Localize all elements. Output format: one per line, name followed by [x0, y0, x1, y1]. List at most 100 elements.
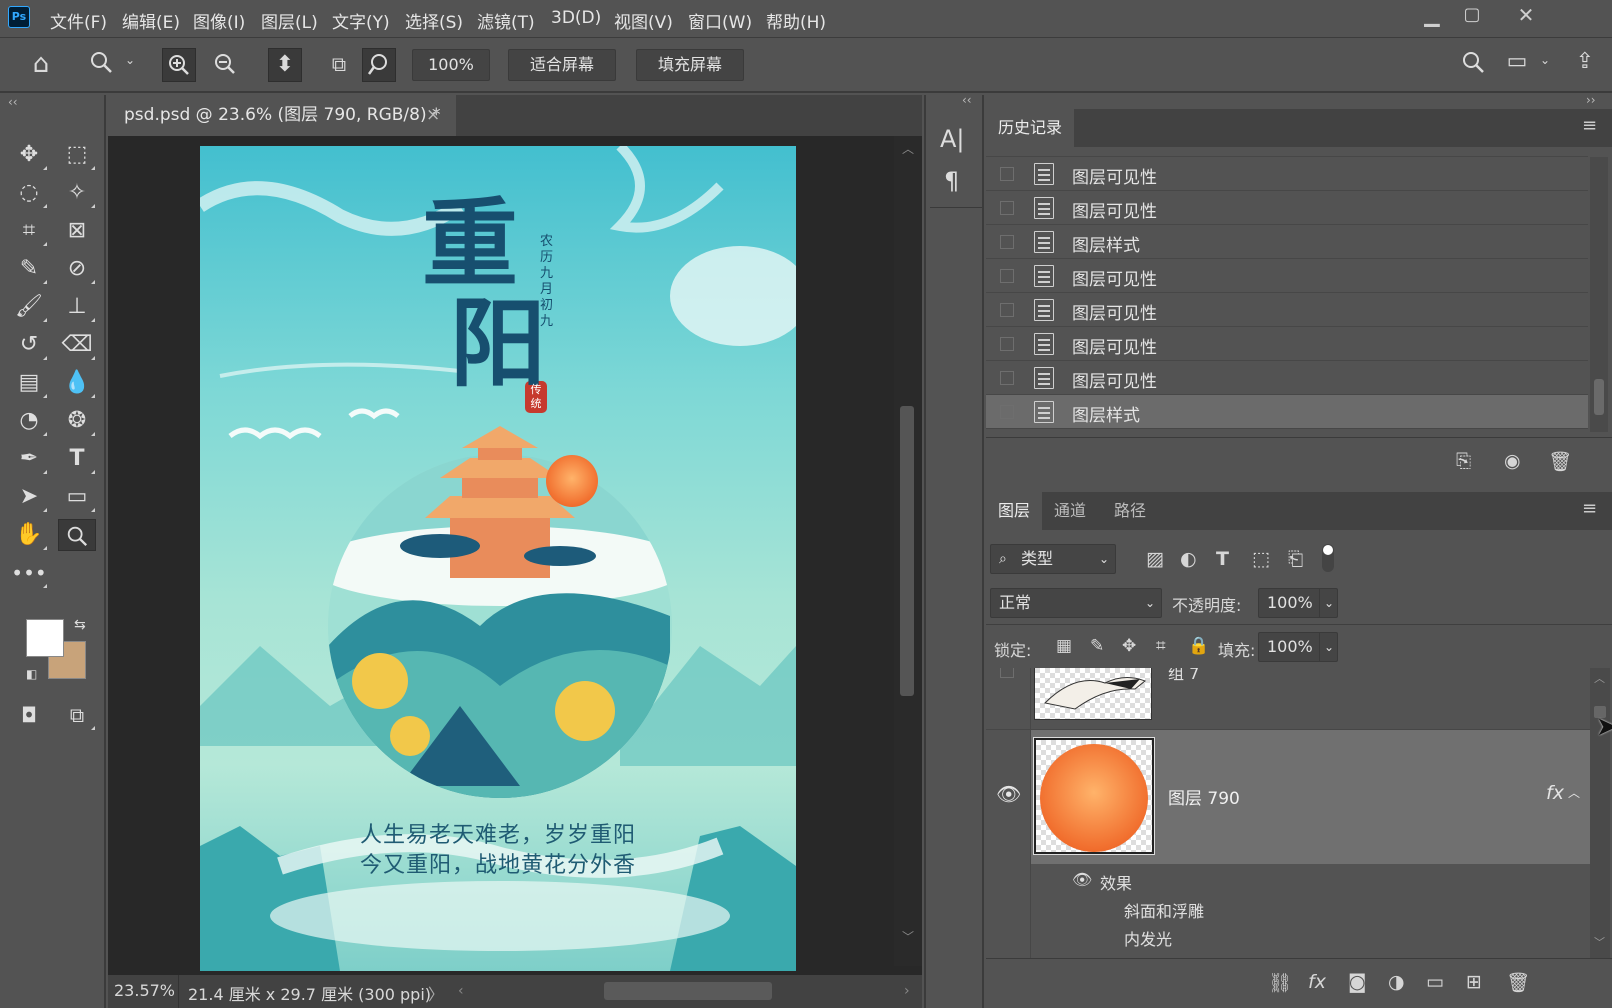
swap-colors-icon[interactable]: ⇆: [74, 617, 86, 633]
horizontal-scrollbar-thumb[interactable]: [604, 982, 772, 1000]
zoom-tool-preset-icon[interactable]: [84, 49, 118, 81]
zoom-tool-icon[interactable]: [58, 519, 96, 551]
scroll-up-icon[interactable]: ︿: [1594, 670, 1605, 686]
scroll-down-icon[interactable]: ﹀: [1594, 934, 1605, 950]
menu-file[interactable]: 文件(F): [50, 8, 107, 33]
history-item[interactable]: 图层可见性: [986, 157, 1588, 191]
minimize-icon[interactable]: ▁: [1412, 2, 1452, 28]
menu-view[interactable]: 视图(V): [614, 8, 673, 33]
link-layers-icon[interactable]: ⛓: [1268, 971, 1292, 994]
lock-all-icon[interactable]: 🔒: [1188, 636, 1209, 656]
scroll-down-icon[interactable]: ﹀: [902, 928, 914, 945]
clone-stamp-tool-icon[interactable]: ⊥: [58, 291, 96, 323]
history-item[interactable]: 图层可见性: [986, 327, 1588, 361]
home-icon[interactable]: ⌂: [24, 49, 58, 81]
brush-tool-icon[interactable]: 🖌: [10, 291, 48, 323]
fx-badge[interactable]: fx: [1546, 782, 1564, 804]
fill-field[interactable]: 100% ⌄: [1258, 632, 1338, 662]
visibility-box[interactable]: [1000, 668, 1014, 678]
document-tab[interactable]: psd.psd @ 23.6% (图层 790, RGB/8) * ×: [108, 95, 456, 136]
menu-edit[interactable]: 编辑(E): [122, 8, 180, 33]
poster-canvas[interactable]: 重 阳 农历九月初九 传统 人生易老天难老，岁岁重阳 今又重阳，战地黄花分外香: [200, 146, 796, 971]
eye-icon[interactable]: 👁: [1072, 870, 1092, 889]
tab-layers[interactable]: 图层: [986, 492, 1043, 530]
workspace-icon[interactable]: ▭: [1500, 49, 1534, 81]
history-item[interactable]: 图层可见性: [986, 293, 1588, 327]
tab-history[interactable]: 历史记录: [986, 109, 1075, 147]
healing-brush-tool-icon[interactable]: ⊘: [58, 253, 96, 285]
new-document-from-state-icon[interactable]: ⎘: [1456, 450, 1471, 472]
path-selection-tool-icon[interactable]: ➤: [10, 481, 48, 513]
chevron-down-icon[interactable]: ⌄: [122, 53, 138, 67]
effects-row[interactable]: 👁 效果: [1030, 864, 1590, 898]
fill-screen-button[interactable]: 填充屏幕: [636, 49, 744, 81]
history-checkbox[interactable]: [1000, 303, 1014, 317]
history-checkbox[interactable]: [1000, 235, 1014, 249]
add-layer-style-icon[interactable]: fx: [1308, 971, 1326, 993]
quick-mask-icon[interactable]: ◘: [10, 699, 48, 731]
dodge-tool-icon[interactable]: ◔: [10, 405, 48, 437]
blur-tool-icon[interactable]: 💧: [58, 367, 96, 399]
character-panel-icon[interactable]: A|: [940, 125, 965, 153]
menu-image[interactable]: 图像(I): [193, 8, 245, 33]
effect-row[interactable]: 斜面和浮雕: [1030, 894, 1590, 922]
adjustment-layer-icon[interactable]: ◑: [1388, 971, 1405, 993]
history-scrollbar[interactable]: [1590, 157, 1608, 432]
lasso-tool-icon[interactable]: ◌: [10, 177, 48, 209]
tab-channels[interactable]: 通道: [1042, 492, 1098, 530]
marquee-tool-icon[interactable]: ⬚: [58, 139, 96, 171]
filter-adjustment-icon[interactable]: ◐: [1180, 548, 1197, 570]
layer-filter-select[interactable]: ⌕ 类型 ⌄: [990, 544, 1116, 574]
history-checkbox[interactable]: [1000, 337, 1014, 351]
history-item[interactable]: 图层样式: [986, 225, 1588, 259]
maximize-icon[interactable]: ▢: [1452, 2, 1492, 28]
menu-filter[interactable]: 滤镜(T): [477, 8, 535, 33]
magic-wand-tool-icon[interactable]: ✧: [58, 177, 96, 209]
zoom-percent-field[interactable]: 100%: [412, 49, 490, 81]
eye-icon[interactable]: 👁: [996, 782, 1021, 806]
filter-shape-icon[interactable]: ⬚: [1252, 548, 1270, 570]
pen-tool-icon[interactable]: ✒: [10, 443, 48, 475]
type-tool-icon[interactable]: T: [58, 443, 96, 475]
add-mask-icon[interactable]: ◙: [1348, 971, 1366, 993]
more-tools-icon[interactable]: •••: [10, 557, 48, 589]
hand-tool-icon[interactable]: ✋: [10, 519, 48, 551]
filter-pixel-icon[interactable]: ▨: [1146, 548, 1164, 570]
scroll-left-icon[interactable]: ‹: [458, 983, 464, 999]
history-checkbox[interactable]: [1000, 371, 1014, 385]
scroll-up-icon[interactable]: ︿: [902, 140, 914, 157]
close-window-icon[interactable]: ✕: [1506, 2, 1546, 28]
menu-help[interactable]: 帮助(H): [766, 8, 826, 33]
eyedropper-tool-icon[interactable]: ✎: [10, 253, 48, 285]
paragraph-panel-icon[interactable]: ¶: [944, 167, 959, 195]
effect-row[interactable]: 内发光: [1030, 922, 1590, 950]
collapse-icon[interactable]: ››: [1586, 93, 1596, 107]
foreground-color-swatch[interactable]: [26, 619, 64, 657]
history-checkbox[interactable]: [1000, 405, 1014, 419]
history-checkbox[interactable]: [1000, 167, 1014, 181]
blend-mode-select[interactable]: 正常 ⌄: [990, 588, 1162, 618]
sponge-tool-icon[interactable]: ❂: [58, 405, 96, 437]
filter-type-icon[interactable]: T: [1216, 548, 1229, 570]
chevron-down-icon[interactable]: ⌄: [1538, 53, 1552, 67]
menu-window[interactable]: 窗口(W): [688, 8, 752, 33]
layer-row-group-7[interactable]: 组 7: [986, 668, 1590, 730]
filter-toggle[interactable]: [1322, 544, 1334, 572]
trash-icon[interactable]: 🗑: [1506, 971, 1530, 994]
eraser-tool-icon[interactable]: ⌫: [58, 329, 96, 361]
panel-menu-icon[interactable]: ≡: [1582, 115, 1597, 136]
collapse-icon[interactable]: ‹‹: [8, 95, 18, 109]
sun-layer-790[interactable]: [546, 455, 598, 507]
new-group-icon[interactable]: ▭: [1426, 971, 1444, 993]
history-item[interactable]: 图层可见性: [986, 361, 1588, 395]
expand-panels-icon[interactable]: ‹‹: [962, 93, 972, 107]
zoom-out-icon[interactable]: [208, 48, 242, 82]
history-brush-tool-icon[interactable]: ↺: [10, 329, 48, 361]
panel-menu-icon[interactable]: ≡: [1582, 498, 1597, 519]
status-menu-arrow[interactable]: 〉: [428, 981, 444, 1005]
new-layer-icon[interactable]: ⊞: [1466, 971, 1482, 993]
fit-screen-button[interactable]: 适合屏幕: [508, 49, 616, 81]
menu-type[interactable]: 文字(Y): [332, 8, 390, 33]
share-icon[interactable]: ⇪: [1568, 49, 1602, 81]
camera-icon[interactable]: ◉: [1504, 450, 1521, 472]
